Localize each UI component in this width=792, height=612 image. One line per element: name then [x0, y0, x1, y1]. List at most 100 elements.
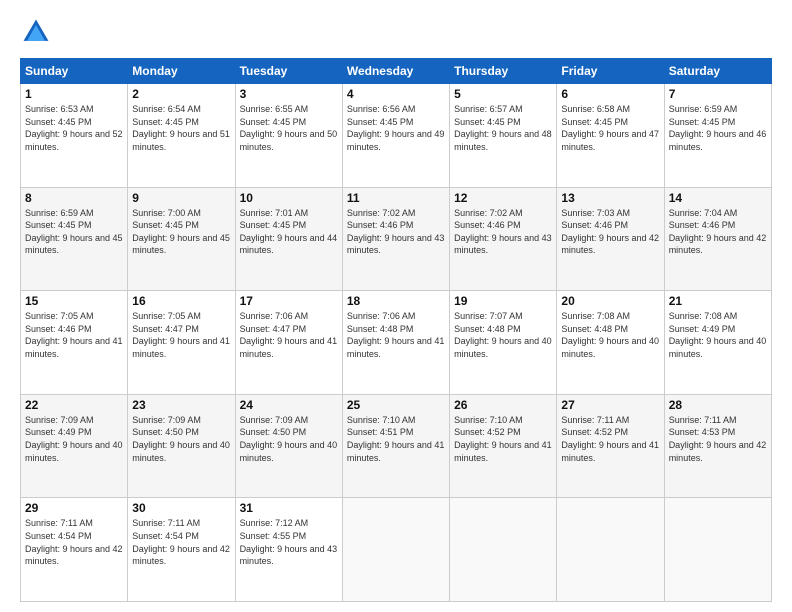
calendar-cell: 21Sunrise: 7:08 AMSunset: 4:49 PMDayligh… [664, 291, 771, 395]
calendar-cell: 31Sunrise: 7:12 AMSunset: 4:55 PMDayligh… [235, 498, 342, 602]
column-header-wednesday: Wednesday [342, 59, 449, 84]
day-number: 25 [347, 398, 445, 412]
logo [20, 16, 56, 48]
day-number: 24 [240, 398, 338, 412]
day-detail: Sunrise: 7:11 AMSunset: 4:54 PMDaylight:… [25, 517, 123, 567]
calendar-cell: 22 Sunrise: 7:09 AMSunset: 4:49 PMDayligh… [21, 394, 128, 498]
logo-icon [20, 16, 52, 48]
day-detail: Sunrise: 7:10 AMSunset: 4:51 PMDaylight:… [347, 414, 445, 464]
calendar-week-3: 15Sunrise: 7:05 AMSunset: 4:46 PMDayligh… [21, 291, 772, 395]
calendar-cell: 30Sunrise: 7:11 AMSunset: 4:54 PMDayligh… [128, 498, 235, 602]
day-detail: Sunrise: 7:09 AMSunset: 4:50 PMDaylight:… [132, 414, 230, 464]
day-number: 10 [240, 191, 338, 205]
day-number: 9 [132, 191, 230, 205]
day-detail: Sunrise: 7:11 AMSunset: 4:54 PMDaylight:… [132, 517, 230, 567]
day-detail: Sunrise: 7:12 AMSunset: 4:55 PMDaylight:… [240, 517, 338, 567]
calendar-week-4: 22 Sunrise: 7:09 AMSunset: 4:49 PMDayligh… [21, 394, 772, 498]
day-detail: Sunrise: 6:58 AMSunset: 4:45 PMDaylight:… [561, 103, 659, 153]
calendar-cell: 16 Sunrise: 7:05 AMSunset: 4:47 PMDayligh… [128, 291, 235, 395]
day-detail: Sunrise: 7:06 AMSunset: 4:48 PMDaylight:… [347, 310, 445, 360]
calendar-header-row: SundayMondayTuesdayWednesdayThursdayFrid… [21, 59, 772, 84]
calendar-cell: 29Sunrise: 7:11 AMSunset: 4:54 PMDayligh… [21, 498, 128, 602]
day-detail: Sunrise: 7:08 AMSunset: 4:48 PMDaylight:… [561, 310, 659, 360]
page: SundayMondayTuesdayWednesdayThursdayFrid… [0, 0, 792, 612]
day-detail: Sunrise: 7:02 AMSunset: 4:46 PMDaylight:… [454, 207, 552, 257]
calendar-cell: 23 Sunrise: 7:09 AMSunset: 4:50 PMDayligh… [128, 394, 235, 498]
day-detail: Sunrise: 6:55 AMSunset: 4:45 PMDaylight:… [240, 103, 338, 153]
day-number: 6 [561, 87, 659, 101]
day-detail: Sunrise: 7:05 AMSunset: 4:47 PMDaylight:… [132, 310, 230, 360]
calendar-cell: 19Sunrise: 7:07 AMSunset: 4:48 PMDayligh… [450, 291, 557, 395]
calendar-cell: 2 Sunrise: 6:54 AMSunset: 4:45 PMDaylight… [128, 84, 235, 188]
day-number: 19 [454, 294, 552, 308]
calendar-cell: 3 Sunrise: 6:55 AMSunset: 4:45 PMDaylight… [235, 84, 342, 188]
day-detail: Sunrise: 7:02 AMSunset: 4:46 PMDaylight:… [347, 207, 445, 257]
calendar-cell: 12 Sunrise: 7:02 AMSunset: 4:46 PMDayligh… [450, 187, 557, 291]
calendar-cell: 6 Sunrise: 6:58 AMSunset: 4:45 PMDaylight… [557, 84, 664, 188]
calendar: SundayMondayTuesdayWednesdayThursdayFrid… [20, 58, 772, 602]
day-number: 17 [240, 294, 338, 308]
column-header-tuesday: Tuesday [235, 59, 342, 84]
day-detail: Sunrise: 7:09 AMSunset: 4:50 PMDaylight:… [240, 414, 338, 464]
day-detail: Sunrise: 6:54 AMSunset: 4:45 PMDaylight:… [132, 103, 230, 153]
day-detail: Sunrise: 7:11 AMSunset: 4:52 PMDaylight:… [561, 414, 659, 464]
day-number: 26 [454, 398, 552, 412]
day-number: 4 [347, 87, 445, 101]
header [20, 16, 772, 48]
day-number: 27 [561, 398, 659, 412]
day-number: 28 [669, 398, 767, 412]
day-detail: Sunrise: 7:09 AMSunset: 4:49 PMDaylight:… [25, 414, 123, 464]
calendar-cell: 11 Sunrise: 7:02 AMSunset: 4:46 PMDayligh… [342, 187, 449, 291]
column-header-monday: Monday [128, 59, 235, 84]
day-detail: Sunrise: 6:57 AMSunset: 4:45 PMDaylight:… [454, 103, 552, 153]
day-detail: Sunrise: 7:11 AMSunset: 4:53 PMDaylight:… [669, 414, 767, 464]
calendar-cell: 9Sunrise: 7:00 AMSunset: 4:45 PMDaylight… [128, 187, 235, 291]
day-number: 2 [132, 87, 230, 101]
calendar-cell: 25 Sunrise: 7:10 AMSunset: 4:51 PMDayligh… [342, 394, 449, 498]
day-number: 3 [240, 87, 338, 101]
calendar-cell: 7Sunrise: 6:59 AMSunset: 4:45 PMDaylight… [664, 84, 771, 188]
calendar-cell [557, 498, 664, 602]
calendar-cell: 8 Sunrise: 6:59 AMSunset: 4:45 PMDaylight… [21, 187, 128, 291]
day-number: 16 [132, 294, 230, 308]
day-number: 23 [132, 398, 230, 412]
calendar-cell: 4 Sunrise: 6:56 AMSunset: 4:45 PMDaylight… [342, 84, 449, 188]
day-number: 22 [25, 398, 123, 412]
day-detail: Sunrise: 6:59 AMSunset: 4:45 PMDaylight:… [25, 207, 123, 257]
calendar-cell: 1Sunrise: 6:53 AMSunset: 4:45 PMDaylight… [21, 84, 128, 188]
day-number: 8 [25, 191, 123, 205]
calendar-week-1: 1Sunrise: 6:53 AMSunset: 4:45 PMDaylight… [21, 84, 772, 188]
calendar-cell: 13Sunrise: 7:03 AMSunset: 4:46 PMDayligh… [557, 187, 664, 291]
day-detail: Sunrise: 6:56 AMSunset: 4:45 PMDaylight:… [347, 103, 445, 153]
calendar-cell: 24 Sunrise: 7:09 AMSunset: 4:50 PMDayligh… [235, 394, 342, 498]
day-number: 14 [669, 191, 767, 205]
day-number: 21 [669, 294, 767, 308]
day-number: 12 [454, 191, 552, 205]
day-number: 15 [25, 294, 123, 308]
day-number: 20 [561, 294, 659, 308]
day-number: 13 [561, 191, 659, 205]
day-number: 18 [347, 294, 445, 308]
day-detail: Sunrise: 7:06 AMSunset: 4:47 PMDaylight:… [240, 310, 338, 360]
calendar-week-5: 29Sunrise: 7:11 AMSunset: 4:54 PMDayligh… [21, 498, 772, 602]
calendar-cell: 14 Sunrise: 7:04 AMSunset: 4:46 PMDayligh… [664, 187, 771, 291]
calendar-cell: 28 Sunrise: 7:11 AMSunset: 4:53 PMDayligh… [664, 394, 771, 498]
column-header-sunday: Sunday [21, 59, 128, 84]
day-number: 11 [347, 191, 445, 205]
day-number: 7 [669, 87, 767, 101]
day-detail: Sunrise: 6:53 AMSunset: 4:45 PMDaylight:… [25, 103, 123, 153]
calendar-cell [450, 498, 557, 602]
calendar-cell [664, 498, 771, 602]
calendar-cell: 18 Sunrise: 7:06 AMSunset: 4:48 PMDayligh… [342, 291, 449, 395]
day-number: 5 [454, 87, 552, 101]
calendar-cell: 27 Sunrise: 7:11 AMSunset: 4:52 PMDayligh… [557, 394, 664, 498]
calendar-cell: 10 Sunrise: 7:01 AMSunset: 4:45 PMDayligh… [235, 187, 342, 291]
calendar-cell: 5 Sunrise: 6:57 AMSunset: 4:45 PMDaylight… [450, 84, 557, 188]
calendar-cell: 20 Sunrise: 7:08 AMSunset: 4:48 PMDayligh… [557, 291, 664, 395]
day-detail: Sunrise: 7:04 AMSunset: 4:46 PMDaylight:… [669, 207, 767, 257]
day-detail: Sunrise: 7:01 AMSunset: 4:45 PMDaylight:… [240, 207, 338, 257]
day-detail: Sunrise: 7:10 AMSunset: 4:52 PMDaylight:… [454, 414, 552, 464]
column-header-friday: Friday [557, 59, 664, 84]
calendar-cell [342, 498, 449, 602]
column-header-saturday: Saturday [664, 59, 771, 84]
